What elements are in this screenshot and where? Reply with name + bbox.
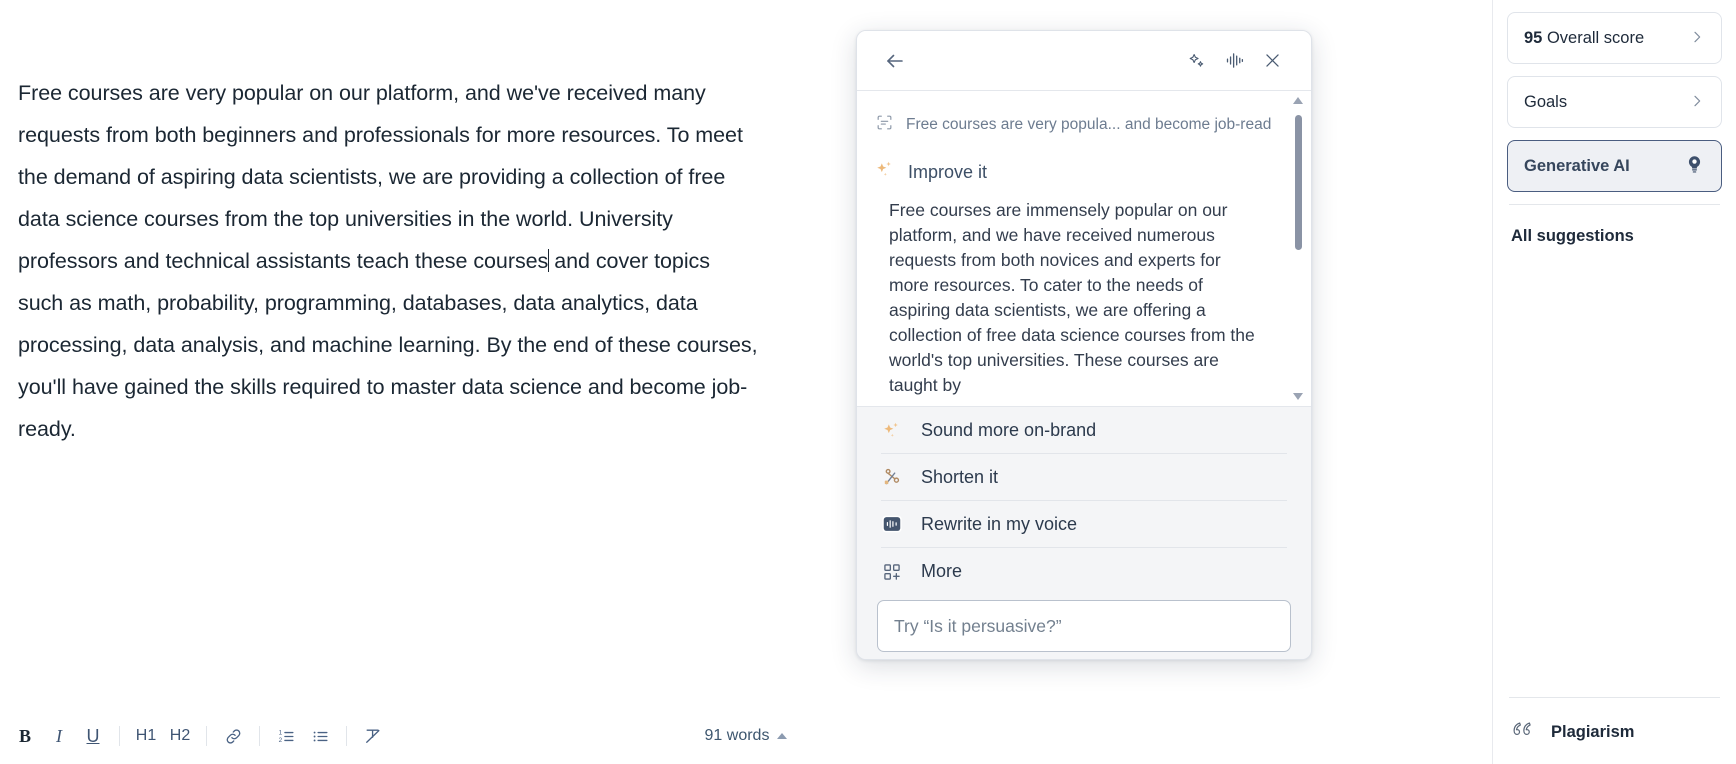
overall-score-value: 95 (1524, 28, 1543, 47)
goals-label: Goals (1524, 92, 1568, 111)
grammar-editor-app: Free courses are very popular on our pla… (0, 0, 1736, 764)
text-selection-icon (875, 113, 894, 137)
scrollbar-track[interactable] (1295, 111, 1302, 386)
plagiarism-divider (1509, 697, 1720, 698)
heading-1-button[interactable]: H1 (129, 719, 163, 753)
bullet-list-icon[interactable] (303, 719, 337, 753)
svg-text:1: 1 (278, 729, 282, 736)
overall-score-label: Overall score (1542, 28, 1645, 47)
prompt-input[interactable] (894, 615, 1274, 637)
generative-ai-label: Generative AI (1524, 156, 1630, 175)
toolbar-heading-group: H1 H2 (129, 719, 197, 753)
suggestion-text: Free courses are immensely popular on ou… (889, 200, 1255, 395)
suggestion-scrollbar[interactable] (1292, 97, 1305, 400)
doc-text-before-caret: Free courses are very popular on our pla… (18, 81, 749, 273)
overall-score-text: 95 Overall score (1524, 29, 1689, 48)
numbered-list-icon[interactable]: 1 2 (269, 719, 303, 753)
toolbar-divider (206, 726, 207, 746)
bold-button[interactable]: B (8, 719, 42, 753)
voice-waveform-icon (881, 513, 903, 535)
heading-2-button[interactable]: H2 (163, 719, 197, 753)
plagiarism-row[interactable]: Plagiarism (1509, 719, 1634, 746)
svg-text:2: 2 (278, 737, 282, 744)
action-label: Rewrite in my voice (921, 513, 1078, 534)
improve-it-row: Improve it (875, 159, 1271, 185)
doc-text-after-caret: and cover topics such as math, probabili… (18, 249, 764, 441)
toolbar-text-style-group: B I U (0, 719, 110, 753)
sidebar-card-generative-ai[interactable]: Generative AI (1507, 140, 1722, 192)
action-list: Sound more on-brand Shorten it Rewrite i… (857, 407, 1311, 595)
action-more[interactable]: More (881, 548, 1287, 595)
all-suggestions-label[interactable]: All suggestions (1507, 205, 1722, 246)
quote-icon (1509, 719, 1535, 746)
lightbulb-icon (1684, 154, 1705, 178)
right-sidebar: 95 Overall score Goals Generative AI All… (1492, 0, 1736, 764)
clear-formatting-icon[interactable] (356, 719, 390, 753)
toolbar-divider (346, 726, 347, 746)
grid-plus-icon (881, 561, 903, 583)
document-paragraph[interactable]: Free courses are very popular on our pla… (18, 72, 758, 450)
sidebar-card-overall-score[interactable]: 95 Overall score (1507, 12, 1722, 64)
action-label: More (921, 561, 963, 581)
formatting-toolbar: B I U H1 H2 1 2 91 words (0, 708, 1492, 764)
scrollbar-thumb[interactable] (1295, 115, 1302, 250)
prompt-input-box[interactable] (877, 600, 1291, 652)
suggestion-scroll-area[interactable]: Free courses are very popula... and beco… (857, 91, 1311, 407)
word-count-label[interactable]: 91 words (705, 727, 770, 745)
link-icon[interactable] (216, 719, 250, 753)
scroll-up-arrow-icon[interactable] (1293, 97, 1303, 104)
source-text-label: Free courses are very popula... and beco… (906, 116, 1271, 133)
scissors-icon (881, 466, 903, 488)
action-label: Sound more on-brand (921, 419, 1097, 440)
editor-column: Free courses are very popular on our pla… (0, 0, 1492, 764)
sidebar-card-goals[interactable]: Goals (1507, 76, 1722, 128)
action-rewrite-in-my-voice[interactable]: Rewrite in my voice (881, 501, 1287, 548)
sparkle-pin-icon[interactable] (1181, 46, 1211, 76)
panel-header (857, 31, 1311, 91)
voice-waveform-icon[interactable] (1219, 46, 1249, 76)
italic-button[interactable]: I (42, 719, 76, 753)
prompt-input-wrapper (857, 595, 1311, 659)
chevron-right-icon (1689, 93, 1705, 112)
sparkles-icon (881, 419, 903, 441)
source-text-row[interactable]: Free courses are very popula... and beco… (875, 113, 1271, 137)
action-sound-more-on-brand[interactable]: Sound more on-brand (881, 407, 1287, 454)
plagiarism-label: Plagiarism (1551, 723, 1635, 741)
close-icon[interactable] (1257, 46, 1287, 76)
toolbar-divider (119, 726, 120, 746)
back-arrow-icon[interactable] (881, 47, 909, 75)
word-count-expand-icon[interactable] (777, 733, 788, 739)
scroll-down-arrow-icon[interactable] (1293, 393, 1303, 400)
action-label: Shorten it (921, 466, 999, 487)
generative-ai-panel: Free courses are very popula... and beco… (856, 30, 1312, 660)
action-shorten-it[interactable]: Shorten it (881, 454, 1287, 501)
sparkles-icon (875, 159, 896, 185)
chevron-right-icon (1689, 29, 1705, 48)
underline-button[interactable]: U (76, 719, 110, 753)
suggestion-content: Free courses are very popula... and beco… (857, 91, 1311, 398)
document-body[interactable]: Free courses are very popular on our pla… (18, 72, 758, 450)
toolbar-divider (259, 726, 260, 746)
improve-it-label: Improve it (908, 161, 988, 182)
